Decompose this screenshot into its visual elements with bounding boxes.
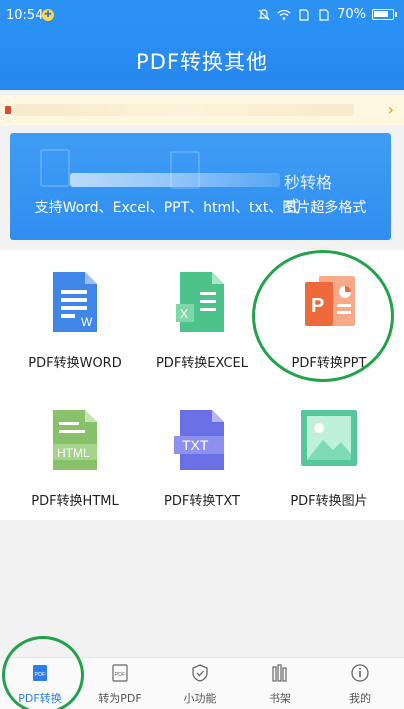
convert-label: PDF转换EXCEL	[155, 356, 249, 371]
promo-banner[interactable]: 秒转格式 支持Word、Excel、PPT、html、txt、图片超多格式	[10, 133, 391, 240]
txt-doc-icon: TXT	[174, 410, 224, 470]
notice-text-blurred	[14, 104, 354, 116]
convert-label: PDF转换图片	[290, 494, 368, 509]
excel-doc-icon: X	[176, 272, 224, 332]
convert-tile-word[interactable]: W PDF转换WORD	[8, 250, 142, 380]
tab-label: 书架	[269, 692, 291, 705]
svg-text:W: W	[81, 315, 93, 329]
word-doc-icon: W	[53, 272, 97, 332]
tab-label: 小功能	[183, 692, 217, 705]
svg-text:X: X	[180, 307, 188, 321]
page-title: PDF转换其他	[136, 50, 268, 74]
status-time: 10:54	[6, 8, 44, 23]
to-pdf-icon: PDF	[112, 664, 128, 682]
convert-tile-html[interactable]: HTML PDF转换HTML	[8, 388, 142, 518]
screen: 10:54 ✚ 70% PDF转换其他 › 秒转格式 支持Word、Excel、…	[0, 0, 404, 709]
bookshelf-icon	[272, 664, 287, 682]
convert-tile-excel[interactable]: X PDF转换EXCEL	[135, 250, 269, 380]
banner-headline-blurred	[70, 173, 280, 187]
chevron-right-icon: ›	[387, 100, 394, 119]
convert-label: PDF转换WORD	[28, 356, 122, 371]
status-bar: 10:54 ✚ 70%	[0, 0, 404, 30]
notification-icon: ✚	[42, 9, 54, 21]
mute-bell-icon	[258, 8, 270, 20]
tab-bookshelf[interactable]: 书架	[240, 658, 320, 709]
banner-doc-deco-icon	[40, 149, 70, 187]
battery-icon	[372, 9, 397, 20]
svg-text:PDF: PDF	[115, 672, 127, 678]
sim1-icon	[299, 8, 309, 21]
shield-icon	[192, 664, 208, 682]
status-icons: 70%	[257, 7, 397, 22]
tab-me[interactable]: 我的	[320, 658, 400, 709]
svg-text:TXT: TXT	[182, 437, 209, 453]
highlight-circle	[252, 250, 394, 382]
convert-label: PDF转换TXT	[164, 494, 240, 509]
notice-bar[interactable]: ›	[0, 95, 404, 125]
html-doc-icon: HTML	[53, 410, 97, 470]
convert-tile-image[interactable]: PDF转换图片	[262, 388, 396, 518]
notice-flag-icon	[5, 106, 11, 114]
convert-label: PDF转换HTML	[31, 494, 119, 509]
banner-headline: 秒转格式	[70, 171, 340, 216]
convert-grid: W PDF转换WORD X PDF转换EXCEL P PDF转换PPT HTML…	[0, 250, 404, 520]
sim2-icon	[319, 8, 329, 21]
convert-tile-txt[interactable]: TXT PDF转换TXT	[135, 388, 269, 518]
bottom-tab-bar: PDF PDF转换 PDF 转为PDF 小功能 书架 我的	[0, 636, 404, 709]
tab-label: 我的	[349, 692, 371, 705]
wifi-icon	[277, 9, 291, 20]
tab-tools[interactable]: 小功能	[160, 658, 240, 709]
highlight-circle	[2, 636, 84, 709]
info-icon	[351, 664, 369, 682]
header: 10:54 ✚ 70% PDF转换其他	[0, 0, 404, 90]
tab-label: 转为PDF	[98, 692, 142, 705]
battery-percent: 70%	[337, 7, 366, 22]
image-icon	[301, 410, 357, 466]
svg-text:HTML: HTML	[57, 446, 90, 460]
tab-to-pdf[interactable]: PDF 转为PDF	[80, 658, 160, 709]
banner-subtitle: 支持Word、Excel、PPT、html、txt、图片超多格式	[34, 200, 367, 216]
